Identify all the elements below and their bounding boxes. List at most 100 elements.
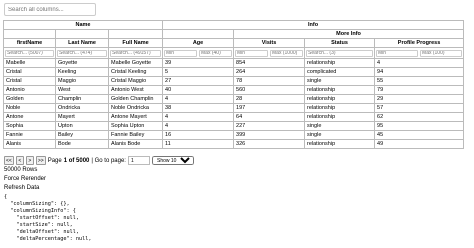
cell-progress: 45 [374, 130, 465, 140]
cell-fullname: Antonio West [107, 85, 164, 95]
cell-progress: 49 [374, 139, 465, 149]
refresh-data-button[interactable]: Refresh Data [4, 185, 39, 191]
cell-progress: 29 [374, 94, 465, 104]
cell-status: complicated [304, 67, 376, 77]
json-line: "columnSizing": {}, [4, 201, 70, 207]
cell-lastname: Upton [55, 121, 109, 131]
header-placeholder [162, 29, 235, 39]
cell-age: 16 [162, 130, 235, 140]
filter-row [3, 47, 465, 59]
cell-visits: 560 [233, 85, 306, 95]
json-line: "startSize": null, [4, 222, 73, 228]
lastname-filter-input[interactable] [57, 49, 107, 57]
cell-firstname: Fannie [3, 130, 56, 140]
header-placeholder [107, 29, 164, 39]
cell-fullname: Sophia Upton [107, 121, 164, 131]
visits-max-input[interactable] [270, 49, 304, 57]
last-page-button[interactable]: >> [35, 156, 46, 165]
goto-label: | Go to page: [91, 157, 126, 164]
first-page-button[interactable]: << [4, 156, 14, 165]
cell-fullname: Cristal Maggio [107, 76, 164, 86]
cell-fullname: Antone Mayert [107, 112, 164, 122]
cell-firstname: Alanis [3, 139, 56, 149]
pagination-bar: << < > >> Page 1 of 5000 | Go to page: S… [4, 156, 194, 165]
table-row: Cristal Maggio Cristal Maggio 27 78 single 55 [3, 76, 465, 86]
visits-min-input[interactable] [235, 49, 269, 57]
age-min-input[interactable] [164, 49, 198, 57]
cell-visits: 64 [233, 112, 306, 122]
cell-firstname: Noble [3, 103, 56, 113]
fullname-filter-input[interactable] [110, 49, 162, 57]
progress-max-input[interactable] [420, 49, 463, 57]
json-line: "deltaOffset": null, [4, 229, 79, 235]
cell-status: single [304, 121, 376, 131]
cell-visits: 28 [233, 94, 306, 104]
cell-age: 39 [162, 58, 235, 68]
cell-lastname: Mayert [55, 112, 109, 122]
table-row: Antonio West Antonio West 40 560 relationship… [3, 85, 465, 95]
table-row: Alanis Bode Alanis Bode 11 326 relationship 49 [3, 139, 465, 149]
cell-age: 4 [162, 121, 235, 131]
cell-fullname: Alanis Bode [107, 139, 164, 149]
column-header-firstname[interactable]: firstName [3, 38, 56, 48]
cell-age: 4 [162, 94, 235, 104]
page-size-select[interactable]: Show 10 [151, 156, 194, 165]
cell-firstname: Golden [3, 94, 56, 104]
global-search-input[interactable] [4, 3, 96, 16]
state-json-dump: { "columnSizing": {}, "columnSizingInfo"… [4, 194, 91, 243]
table-body: Mabelle Goyette Mabelle Goyette 39 854 relati… [3, 58, 465, 149]
cell-firstname: Antone [3, 112, 56, 122]
cell-progress: 95 [374, 121, 465, 131]
cell-firstname: Cristal [3, 76, 56, 86]
column-header-progress[interactable]: Profile Progress [374, 38, 465, 48]
page-label: Page [47, 157, 62, 164]
firstname-filter-input[interactable] [5, 49, 54, 57]
column-header-visits[interactable]: Visits [233, 38, 306, 48]
header-column-row: firstName Last Name Full Name Age Visits… [3, 38, 465, 48]
page-indicator: 1 of 5000 [63, 157, 90, 164]
prev-page-button[interactable]: < [15, 156, 24, 165]
column-header-status[interactable]: Status [304, 38, 376, 48]
table-row: Golden Champlin Golden Champlin 4 28 relation… [3, 94, 465, 104]
cell-progress: 62 [374, 112, 465, 122]
json-line: { [4, 194, 8, 200]
cell-age: 38 [162, 103, 235, 113]
status-filter-input[interactable] [306, 49, 374, 57]
cell-status: relationship [304, 112, 376, 122]
cell-fullname: Mabelle Goyette [107, 58, 164, 68]
table-row: Cristal Keeling Cristal Keeling 5 264 complic… [3, 67, 465, 77]
column-header-age[interactable]: Age [162, 38, 235, 48]
json-line: "deltaPercentage": null, [4, 236, 92, 242]
cell-progress: 94 [374, 67, 465, 77]
force-rerender-button[interactable]: Force Rerender [4, 176, 46, 182]
cell-fullname: Fannie Bailey [107, 130, 164, 140]
cell-age: 11 [162, 139, 235, 149]
cell-status: relationship [304, 58, 376, 68]
cell-lastname: Ondricka [55, 103, 109, 113]
row-count: 50000 Rows [4, 167, 38, 173]
cell-status: relationship [304, 139, 376, 149]
json-line: "startOffset": null, [4, 215, 79, 221]
cell-progress: 79 [374, 85, 465, 95]
cell-status: relationship [304, 85, 376, 95]
cell-lastname: Bailey [55, 130, 109, 140]
progress-min-input[interactable] [376, 49, 419, 57]
cell-visits: 326 [233, 139, 306, 149]
cell-fullname: Noble Ondricka [107, 103, 164, 113]
header-group-name: Name [2, 20, 164, 30]
cell-status: relationship [304, 103, 376, 113]
cell-visits: 197 [233, 103, 306, 113]
cell-fullname: Golden Champlin [107, 94, 164, 104]
cell-lastname: Keeling [55, 67, 109, 77]
next-page-button[interactable]: > [25, 156, 34, 165]
goto-page-input[interactable] [127, 156, 150, 165]
column-header-fullname[interactable]: Full Name [107, 38, 164, 48]
age-max-input[interactable] [199, 49, 233, 57]
cell-firstname: Cristal [3, 67, 56, 77]
cell-status: single [304, 76, 376, 86]
data-table: Name Info More Info firstName Last Name … [2, 20, 465, 149]
column-header-lastname[interactable]: Last Name [55, 38, 109, 48]
cell-age: 4 [162, 112, 235, 122]
json-line: "columnSizingInfo": { [4, 208, 76, 214]
cell-lastname: Bode [55, 139, 109, 149]
